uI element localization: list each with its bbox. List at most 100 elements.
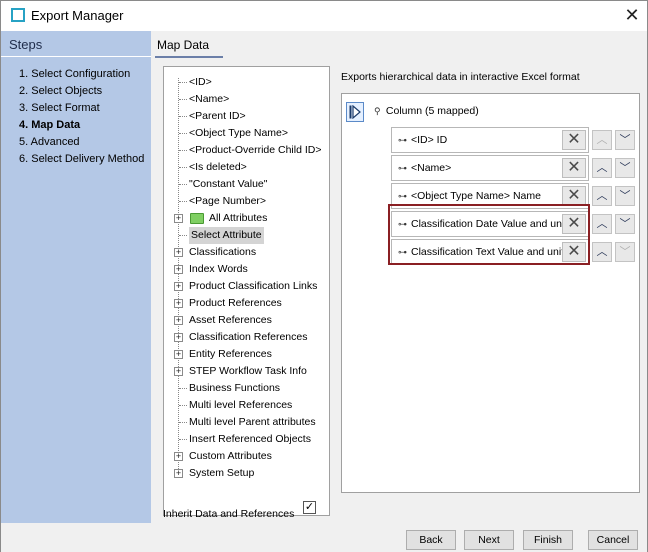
tree-item[interactable]: Insert Referenced Objects xyxy=(189,431,311,448)
tree-connector xyxy=(179,133,187,134)
tree-item[interactable]: <Is deleted> xyxy=(189,159,247,176)
plus-icon[interactable]: + xyxy=(174,469,183,478)
move-up-button[interactable]: ︿ xyxy=(592,214,612,234)
mapping-row[interactable]: ⊶ <Name> ✕ xyxy=(391,155,589,181)
tree-item[interactable]: <ID> xyxy=(189,74,212,91)
tree-item[interactable]: All Attributes xyxy=(209,210,267,227)
wizard-footer: Back Next Finish Cancel xyxy=(1,523,647,552)
move-up-button[interactable]: ︿ xyxy=(592,130,612,150)
tree-connector xyxy=(179,116,187,117)
plus-icon[interactable]: + xyxy=(174,350,183,359)
tree-item[interactable]: <Parent ID> xyxy=(189,108,246,125)
chevron-up-icon: ︿ xyxy=(596,246,608,258)
steps-header-label: Steps xyxy=(9,37,43,52)
move-down-button[interactable]: ﹀ xyxy=(615,242,635,262)
tree-item[interactable]: Custom Attributes xyxy=(189,448,272,465)
export-manager-window: Export Manager ✕ Steps 1. Select Configu… xyxy=(0,0,648,552)
plus-icon[interactable]: + xyxy=(174,367,183,376)
step-item[interactable]: 6. Select Delivery Method xyxy=(19,151,144,168)
plus-icon[interactable]: + xyxy=(174,299,183,308)
finish-button[interactable]: Finish xyxy=(523,530,573,550)
step-item[interactable]: 3. Select Format xyxy=(19,100,144,117)
move-down-button[interactable]: ﹀ xyxy=(615,130,635,150)
mapping-row[interactable]: ⊶ <ID> ID ✕ xyxy=(391,127,589,153)
tree-connector xyxy=(179,439,187,440)
move-up-button[interactable]: ︿ xyxy=(592,158,612,178)
tree-item[interactable]: System Setup xyxy=(189,465,254,482)
chevron-down-icon: ﹀ xyxy=(619,246,631,258)
plus-icon[interactable]: + xyxy=(174,316,183,325)
play-icon xyxy=(349,105,361,119)
chevron-down-icon: ﹀ xyxy=(619,134,631,146)
key-icon: ⊶ xyxy=(398,191,407,201)
tree-item[interactable]: <Page Number> xyxy=(189,193,266,210)
move-down-button[interactable]: ﹀ xyxy=(615,214,635,234)
step-item[interactable]: 2. Select Objects xyxy=(19,83,144,100)
remove-mapping-button[interactable]: ✕ xyxy=(562,130,586,150)
tree-item[interactable]: Multi level References xyxy=(189,397,292,414)
tree-item[interactable]: <Name> xyxy=(189,91,229,108)
column-root-node[interactable]: ⚲ Column (5 mapped) xyxy=(374,105,479,117)
tree-item[interactable]: Asset References xyxy=(189,312,272,329)
mapping-row-label: ⊶ <Object Type Name> Name xyxy=(398,190,541,202)
tree-guide-line xyxy=(178,78,179,473)
tree-item[interactable]: Product References xyxy=(189,295,282,312)
key-icon: ⊶ xyxy=(398,135,407,145)
move-down-button[interactable]: ﹀ xyxy=(615,158,635,178)
chevron-down-icon: ﹀ xyxy=(619,190,631,202)
move-up-button[interactable]: ︿ xyxy=(592,186,612,206)
page-title: Map Data xyxy=(157,38,210,52)
inherit-checkbox[interactable]: ✓ xyxy=(303,501,316,514)
tree-item[interactable]: Multi level Parent attributes xyxy=(189,414,316,431)
step-item[interactable]: 4. Map Data xyxy=(19,117,144,134)
plus-icon[interactable]: + xyxy=(174,333,183,342)
tree-item[interactable]: Select Attribute xyxy=(189,227,264,244)
chevron-down-icon: ﹀ xyxy=(619,218,631,230)
key-icon: ⊶ xyxy=(398,163,407,173)
step-item[interactable]: 5. Advanced xyxy=(19,134,144,151)
window-title: Export Manager xyxy=(31,8,124,23)
back-button[interactable]: Back xyxy=(406,530,456,550)
plus-icon[interactable]: + xyxy=(174,214,183,223)
step-item[interactable]: 1. Select Configuration xyxy=(19,66,144,83)
steps-list: 1. Select Configuration 2. Select Objects… xyxy=(19,66,144,168)
tree-item[interactable]: <Object Type Name> xyxy=(189,125,288,142)
cancel-button[interactable]: Cancel xyxy=(588,530,638,550)
tree-item[interactable]: "Constant Value" xyxy=(189,176,267,193)
next-button[interactable]: Next xyxy=(464,530,514,550)
move-up-button[interactable]: ︿ xyxy=(592,242,612,262)
mapping-row-label: ⊶ <Name> xyxy=(398,162,451,174)
tree-item[interactable]: Classifications xyxy=(189,244,256,261)
remove-mapping-button[interactable]: ✕ xyxy=(562,186,586,206)
mapping-row-text: <ID> ID xyxy=(411,134,448,146)
chevron-up-icon: ︿ xyxy=(596,162,608,174)
tree-connector xyxy=(179,388,187,389)
plus-icon[interactable]: + xyxy=(174,248,183,257)
tree-item[interactable]: Business Functions xyxy=(189,380,280,397)
plus-icon[interactable]: + xyxy=(174,282,183,291)
add-mapping-button[interactable] xyxy=(346,102,364,122)
tree-connector xyxy=(179,184,187,185)
remove-mapping-button[interactable]: ✕ xyxy=(562,158,586,178)
page-title-underline xyxy=(155,56,223,58)
steps-sidebar: Steps 1. Select Configuration 2. Select O… xyxy=(1,31,151,523)
tree-item[interactable]: Product Classification Links xyxy=(189,278,317,295)
tree-item[interactable]: STEP Workflow Task Info xyxy=(189,363,307,380)
move-down-button[interactable]: ﹀ xyxy=(615,186,635,206)
chevron-up-icon: ︿ xyxy=(596,218,608,230)
tree-connector xyxy=(179,422,187,423)
tree-item[interactable]: Entity References xyxy=(189,346,272,363)
tree-connector xyxy=(179,235,187,236)
tree-item[interactable]: Index Words xyxy=(189,261,248,278)
tree-item[interactable]: Classification References xyxy=(189,329,307,346)
chevron-up-icon: ︿ xyxy=(596,190,608,202)
x-icon: ✕ xyxy=(567,159,581,176)
close-button[interactable]: ✕ xyxy=(621,4,643,26)
app-window-icon xyxy=(11,8,25,22)
plus-icon[interactable]: + xyxy=(174,265,183,274)
tree-connector xyxy=(179,99,187,100)
source-tree[interactable]: <ID> <Name> <Parent ID> <Object Type Name> <… xyxy=(163,66,330,516)
plus-icon[interactable]: + xyxy=(174,452,183,461)
title-bar: Export Manager ✕ xyxy=(1,1,647,31)
tree-item[interactable]: <Product-Override Child ID> xyxy=(189,142,321,159)
